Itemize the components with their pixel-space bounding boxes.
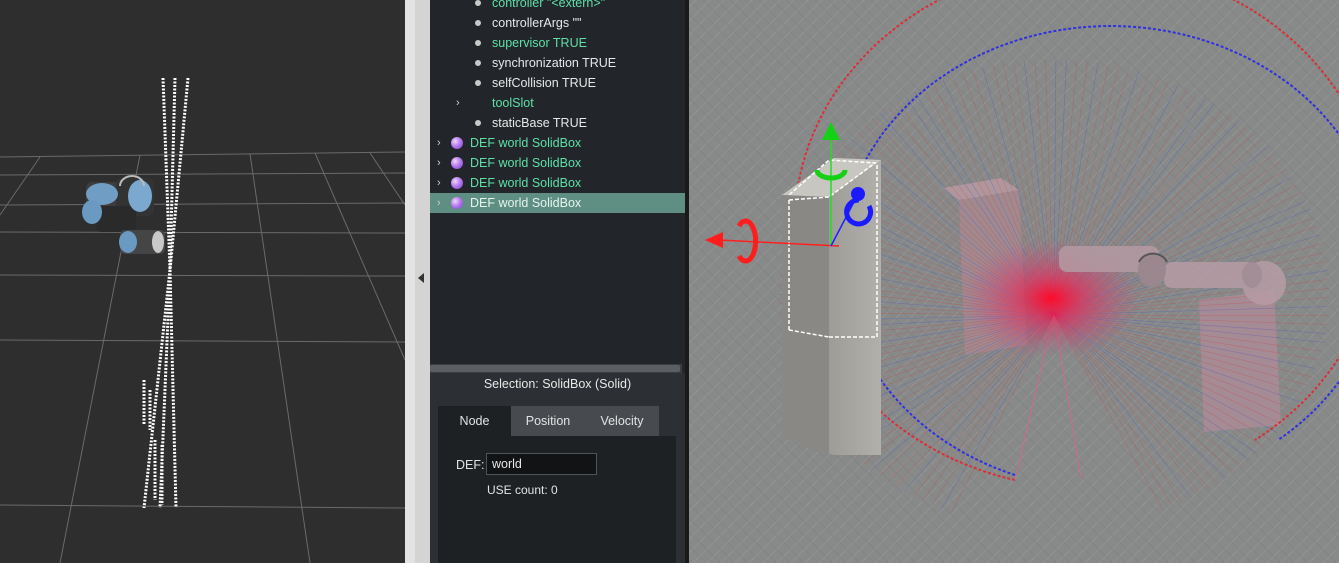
left-3d-viewport[interactable] (0, 0, 405, 563)
tree-horizontal-scrollbar[interactable] (430, 364, 682, 373)
field-editor-tabs: Node Position Velocity (438, 406, 678, 436)
solid-sphere-icon (451, 157, 463, 169)
def-name-input[interactable]: world (486, 453, 597, 475)
chevron-right-icon[interactable]: › (437, 153, 441, 173)
use-count-text: USE count: 0 (487, 483, 558, 497)
scrollbar-thumb[interactable] (430, 365, 680, 372)
tree-field-label: toolSlot (492, 96, 534, 110)
chevron-right-icon[interactable]: › (437, 133, 441, 153)
chevron-right-icon[interactable]: › (456, 93, 460, 113)
tree-node-solidbox[interactable]: › DEF world SolidBox (430, 133, 685, 153)
selection-title: Selection: SolidBox (Solid) (483, 377, 632, 391)
field-bullet-icon (475, 60, 481, 66)
tree-field-label: synchronization TRUE (492, 56, 617, 70)
viewport-splitter[interactable] (405, 0, 415, 563)
collapse-arrow-icon[interactable] (418, 273, 424, 283)
tab-velocity[interactable]: Velocity (585, 406, 659, 436)
field-bullet-icon (475, 20, 481, 26)
tree-node-label: DEF world SolidBox (470, 156, 582, 170)
lidar-point-lines (142, 77, 190, 509)
tree-node-label: DEF world SolidBox (470, 136, 582, 150)
tab-node[interactable]: Node (438, 406, 511, 436)
solid-sphere-icon (451, 137, 463, 149)
tree-field-row-toolslot[interactable]: › toolSlot (430, 93, 685, 113)
tree-node-solidbox[interactable]: › DEF world SolidBox (430, 173, 685, 193)
tree-field-label: staticBase TRUE (492, 116, 587, 130)
tree-node-label: DEF world SolidBox (470, 176, 582, 190)
right-scene (689, 0, 1339, 563)
splitter-handle[interactable] (415, 0, 430, 563)
scene-tree[interactable]: controller "<extern>" controllerArgs "" … (430, 0, 685, 373)
field-editor-panel: Selection: SolidBox (Solid) Node Positio… (430, 373, 685, 563)
right-3d-viewport[interactable] (689, 0, 1339, 563)
tree-node-solidbox-selected[interactable]: › DEF world SolidBox (430, 193, 685, 213)
ground-grid (0, 151, 405, 563)
robot-arm (82, 175, 165, 254)
tree-field-label: supervisor TRUE (492, 36, 587, 50)
field-bullet-icon (475, 0, 481, 6)
tree-field-row[interactable]: staticBase TRUE (430, 113, 685, 133)
tab-position[interactable]: Position (511, 406, 585, 436)
solid-sphere-icon (451, 177, 463, 189)
chevron-right-icon[interactable]: › (437, 173, 441, 193)
tree-field-row[interactable]: synchronization TRUE (430, 53, 685, 73)
tree-field-label: controller "<extern>" (492, 0, 606, 10)
tree-field-row[interactable]: supervisor TRUE (430, 33, 685, 53)
field-bullet-icon (475, 120, 481, 126)
tree-node-solidbox[interactable]: › DEF world SolidBox (430, 153, 685, 173)
field-bullet-icon (475, 40, 481, 46)
chevron-right-icon[interactable]: › (437, 193, 441, 213)
tree-node-label: DEF world SolidBox (470, 196, 582, 210)
solid-sphere-icon (451, 197, 463, 209)
tree-field-row[interactable]: selfCollision TRUE (430, 73, 685, 93)
tree-field-row[interactable]: controllerArgs "" (430, 13, 685, 33)
node-tab-content: DEF: world USE count: 0 (438, 436, 676, 563)
left-scene (0, 77, 405, 563)
tree-field-label: selfCollision TRUE (492, 76, 596, 90)
def-label: DEF: (456, 458, 485, 472)
tree-field-label: controllerArgs "" (492, 16, 582, 30)
tree-field-row[interactable]: controller "<extern>" (430, 0, 685, 13)
field-bullet-icon (475, 80, 481, 86)
